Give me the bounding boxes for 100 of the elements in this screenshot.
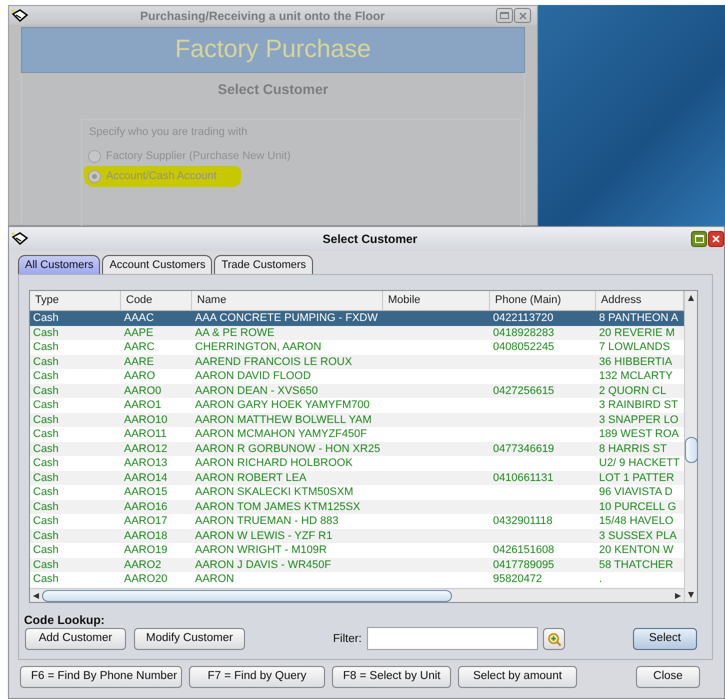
table-row[interactable]: Cash AARO2 AARON J DAVIS - WR450F 0417789095 58 THATCHER xyxy=(30,558,684,572)
table-cell-text: 0427256615 xyxy=(492,384,556,398)
function-button[interactable]: Select by amount xyxy=(458,666,577,688)
table-cell-text: AARON xyxy=(194,572,236,586)
radio-label: Account/Cash Account xyxy=(106,169,217,184)
table-cell-text: AARON RICHARD HOLBROOK xyxy=(194,456,354,470)
table-cell-text: Cash xyxy=(32,470,60,485)
table-cell-text: Cash xyxy=(32,528,60,543)
table-cell-text: AARE xyxy=(123,354,155,369)
banner-title: Factory Purchase xyxy=(175,34,371,66)
table-cell-text: Cash xyxy=(32,412,60,427)
table-row[interactable]: Cash AARO10 AARON MATTHEW BOLWELL YAM 3 SNAPPER LO xyxy=(30,412,684,427)
table-row[interactable]: Cash AARO16 AARON TOM JAMES KTM125SX 10 PURCELL G xyxy=(30,500,684,514)
horizontal-scrollbar[interactable] xyxy=(30,588,684,602)
table-row[interactable]: Cash AARO14 AARON ROBERT LEA 0410661131 LOT 1 PATTER xyxy=(30,470,684,485)
scroll-thumb[interactable] xyxy=(684,437,698,463)
table-cell-text: AARO20 xyxy=(123,572,168,586)
table-cell-text: U2/ 9 HACKETT xyxy=(598,456,681,470)
table-cell-text: Cash xyxy=(32,369,60,384)
table-cell-text: Cash xyxy=(32,311,60,326)
table-cell-text: 0426151608 xyxy=(492,543,556,558)
table-cell-text: 95820472 xyxy=(492,572,543,586)
scroll-right-icon[interactable] xyxy=(675,592,681,598)
search-icon xyxy=(546,632,562,646)
table-cell-text: AARO14 xyxy=(123,470,168,485)
section-heading: Select Customer xyxy=(218,80,328,99)
table-cell-text: 0410661131 xyxy=(492,470,554,485)
filter-field[interactable] xyxy=(367,627,538,650)
column-header[interactable]: Mobile xyxy=(383,291,490,310)
maximize-button[interactable] xyxy=(496,8,513,23)
table-cell-text: 15/48 HAVELO xyxy=(598,514,674,528)
table-row[interactable]: Cash AARO12 AARON R GORBUNOW - HON XR25 0477346619 8 HARRIS ST xyxy=(30,442,684,456)
column-header[interactable]: Phone (Main) xyxy=(490,291,596,310)
function-button[interactable]: F8 = Select by Unit xyxy=(332,666,451,688)
table-cell-text: AARO11 xyxy=(123,427,168,442)
table-cell-text: Cash xyxy=(32,354,60,369)
column-header[interactable]: Type xyxy=(30,291,121,310)
app-icon xyxy=(11,8,29,22)
table-cell-text: 36 HIBBERTIA xyxy=(598,354,674,369)
filter-label: Filter: xyxy=(333,632,362,647)
action-button[interactable]: Add Customer xyxy=(25,628,126,650)
table-cell-text: 2 QUORN CL xyxy=(598,384,668,398)
close-button[interactable]: Close xyxy=(636,666,700,688)
table-row[interactable]: Cash AARO18 AARON W LEWIS - YZF R1 3 SUSSEX PLA xyxy=(30,528,684,543)
table-cell-text: Cash xyxy=(32,558,60,572)
table-cell-text: CHERRINGTON, AARON xyxy=(194,340,322,354)
table-cell-text: AARO18 xyxy=(123,528,168,543)
close-button[interactable] xyxy=(708,231,724,247)
table-cell-text: AARO16 xyxy=(123,500,168,514)
table-row[interactable]: Cash AARE AAREND FRANCOIS LE ROUX 36 HIBBERTIA xyxy=(30,354,684,369)
column-header[interactable]: Name xyxy=(192,291,383,310)
table-cell-text: AARO0 xyxy=(123,384,162,398)
table-cell-text: AARON WRIGHT - M109R xyxy=(194,543,328,558)
table-row[interactable]: Cash AARO0 AARON DEAN - XVS650 0427256615 2 QUORN CL xyxy=(30,384,684,398)
table-cell-text: 3 SUSSEX PLA xyxy=(598,528,678,543)
function-button[interactable]: F6 = Find By Phone Number xyxy=(20,666,182,688)
tab[interactable]: Account Customers xyxy=(102,255,212,274)
table-cell-text: Cash xyxy=(32,398,60,412)
action-button[interactable]: Modify Customer xyxy=(134,628,245,650)
scroll-thumb[interactable] xyxy=(42,590,452,602)
table-cell-text: 8 HARRIS ST xyxy=(598,442,668,456)
table-cell-text: AARO12 xyxy=(123,442,168,456)
table-cell-text: Cash xyxy=(32,427,60,442)
radio-button[interactable] xyxy=(88,150,101,163)
table-cell-text: Cash xyxy=(32,340,60,354)
column-header[interactable]: Code xyxy=(121,291,192,310)
table-cell-text: Cash xyxy=(32,442,60,456)
table-cell-text: AARON MATTHEW BOLWELL YAM xyxy=(194,412,373,427)
scroll-up-icon[interactable] xyxy=(688,295,694,301)
table-cell-text: AARON GARY HOEK YAMYFM700 xyxy=(194,398,371,412)
table-cell-text: Cash xyxy=(32,456,60,470)
section-label: Code Lookup: xyxy=(24,612,105,629)
table-cell-text: 7 LOWLANDS xyxy=(598,340,671,354)
close-icon xyxy=(518,12,526,20)
maximize-button[interactable] xyxy=(691,231,707,247)
app-icon xyxy=(11,232,29,246)
search-button[interactable] xyxy=(543,628,565,650)
table-cell-text: AARON ROBERT LEA xyxy=(194,470,308,485)
tab[interactable]: Trade Customers xyxy=(214,255,314,274)
table-cell-text: 58 THATCHER xyxy=(598,558,674,572)
scroll-left-icon[interactable] xyxy=(33,592,39,598)
table-cell-text: AARO15 xyxy=(123,485,168,500)
table-cell-text: Cash xyxy=(32,326,60,340)
scroll-down-icon[interactable] xyxy=(688,592,694,598)
tab[interactable]: All Customers xyxy=(18,255,100,274)
select-button[interactable]: Select xyxy=(633,628,697,650)
table-row[interactable]: Cash AAAC AAA CONCRETE PUMPING - FXDW 0422113720 8 PANTHEON A xyxy=(30,311,684,326)
table-cell-text: . xyxy=(598,572,604,586)
table-cell-text: AAAC xyxy=(123,311,155,326)
table-cell-text: AAPE xyxy=(123,326,154,340)
function-button[interactable]: F7 = Find by Query xyxy=(189,666,325,688)
vertical-scrollbar[interactable] xyxy=(684,291,697,602)
table-cell-text: 3 RAINBIRD ST xyxy=(598,398,679,412)
table-cell-text: 0418928283 xyxy=(492,326,556,340)
table-cell-text: AARON TRUEMAN - HD 883 xyxy=(194,514,340,528)
radio-button[interactable] xyxy=(88,170,101,183)
table-cell-text: Cash xyxy=(32,500,60,514)
table-cell-text: Cash xyxy=(32,514,60,528)
table-row[interactable]: Cash AAPE AA & PE ROWE 0418928283 20 REVERIE M xyxy=(30,326,684,340)
close-icon xyxy=(712,235,720,243)
